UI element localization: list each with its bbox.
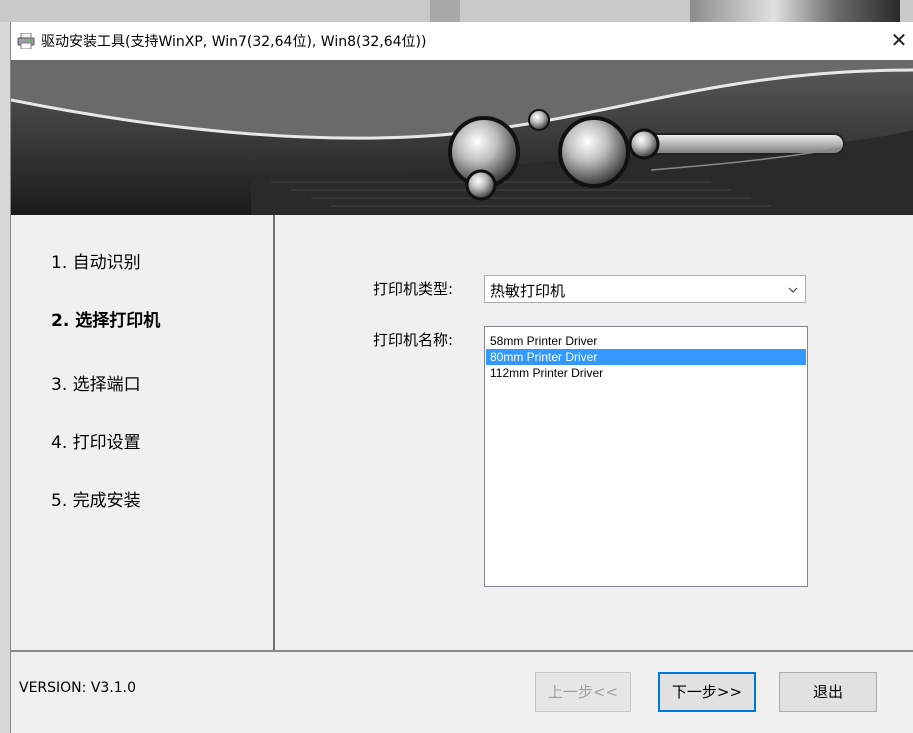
desktop-background-element (690, 0, 900, 22)
chevron-down-icon (787, 282, 799, 296)
footer-bar (11, 652, 913, 733)
step-select-port: 3. 选择端口 (51, 375, 141, 395)
list-item[interactable]: 112mm Printer Driver (486, 365, 806, 381)
prev-button[interactable]: 上一步<< (535, 672, 631, 712)
title-bar[interactable]: 驱动安装工具(支持WinXP, Win7(32,64位), Win8(32,64… (11, 22, 913, 60)
desktop-background-element (430, 0, 460, 22)
printer-type-value: 热敏打印机 (490, 282, 566, 300)
printer-type-select[interactable]: 热敏打印机 (484, 275, 806, 303)
steps-panel: 1. 自动识别 2. 选择打印机 3. 选择端口 4. 打印设置 5. 完成安装 (11, 215, 275, 650)
printer-name-label: 打印机名称: (373, 331, 454, 349)
step-auto-detect: 1. 自动识别 (51, 253, 141, 273)
next-button[interactable]: 下一步>> (658, 672, 756, 712)
window-title: 驱动安装工具(支持WinXP, Win7(32,64位), Win8(32,64… (41, 34, 427, 50)
printer-icon (17, 32, 35, 50)
exit-button[interactable]: 退出 (779, 672, 877, 712)
installer-window: 驱动安装工具(支持WinXP, Win7(32,64位), Win8(32,64… (10, 22, 913, 733)
printer-name-list[interactable]: 58mm Printer Driver 80mm Printer Driver … (484, 326, 808, 587)
list-item[interactable]: 58mm Printer Driver (486, 333, 806, 349)
step-select-printer: 2. 选择打印机 (51, 311, 161, 331)
step-finish-install: 5. 完成安装 (51, 491, 141, 511)
version-text: VERSION: V3.1.0 (19, 680, 137, 696)
step-print-settings: 4. 打印设置 (51, 433, 141, 453)
list-item-selected[interactable]: 80mm Printer Driver (486, 349, 806, 365)
header-banner-image (11, 60, 913, 215)
desktop-background (0, 0, 913, 22)
printer-type-label: 打印机类型: (373, 280, 454, 298)
close-icon[interactable]: ✕ (884, 22, 913, 60)
